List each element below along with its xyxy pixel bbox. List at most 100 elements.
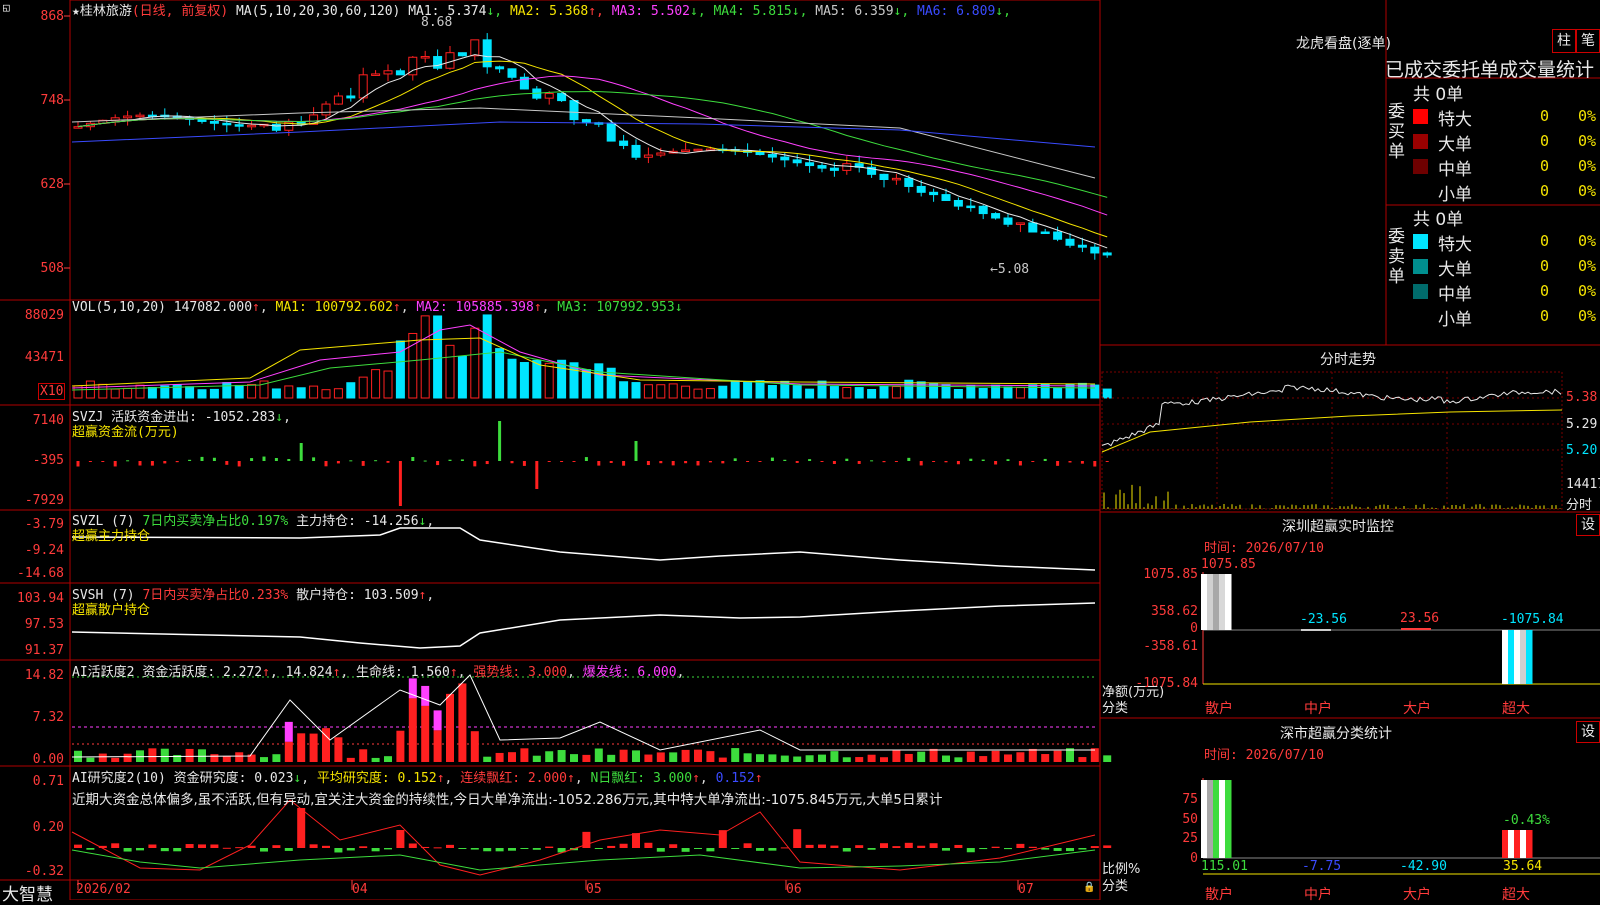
research-bar (86, 848, 95, 850)
fund-flow-bar (1080, 461, 1084, 464)
svzj-axis-tick: -7929 (24, 493, 64, 508)
research-bar (706, 848, 715, 852)
research-bar (694, 848, 702, 849)
scroll-lock-icon[interactable]: 🔒 (1083, 882, 1095, 893)
candle (495, 66, 505, 70)
order-percent: 0% (1578, 132, 1597, 150)
main-chart-canvas[interactable] (0, 0, 1600, 900)
classify-settings-button[interactable]: 设 (1576, 721, 1600, 743)
research-bar (942, 848, 950, 851)
activity-top (433, 710, 442, 731)
research-bar (309, 844, 318, 848)
research-bar (483, 848, 492, 852)
activity-bar (694, 749, 702, 762)
volume-bar (507, 358, 517, 399)
monitor-title: 深圳超赢实时监控 (1282, 519, 1394, 535)
activity-bar (235, 752, 244, 762)
candle (346, 95, 356, 99)
bar-view-button[interactable]: 柱 (1552, 29, 1576, 53)
research-bar (917, 845, 926, 848)
tick-view-button[interactable]: 笔 (1576, 29, 1600, 53)
legend-swatch (1413, 284, 1428, 299)
volume-bar (966, 384, 976, 399)
category-label: 中户 (1304, 887, 1332, 903)
candle (569, 100, 579, 121)
monitor-x-label: 分类 (1102, 701, 1129, 716)
candle (929, 191, 939, 196)
order-count: 0 (1540, 182, 1550, 200)
classify-value: 35.64 (1503, 859, 1543, 874)
activity-bar (346, 757, 355, 762)
monitor-bar-super (1502, 630, 1509, 684)
research-bar (160, 848, 169, 852)
activity-bar (656, 752, 665, 762)
date-tick: 07 (1018, 882, 1034, 897)
candle (247, 124, 257, 128)
fund-flow-bar (287, 458, 291, 461)
candle (1053, 231, 1063, 240)
activity-bar (334, 737, 343, 762)
activity-bar (1016, 752, 1025, 762)
high-price-mark: 8.68 (421, 15, 453, 30)
activity-bar (830, 751, 839, 762)
order-size-label: 中单 (1438, 285, 1472, 305)
volume-bar (1090, 384, 1100, 399)
volume-bar (420, 315, 430, 399)
activity-bar (966, 751, 975, 762)
order-percent: 0% (1578, 107, 1597, 125)
activity-bar (942, 755, 950, 762)
order-count: 0 (1540, 132, 1550, 150)
classify-bar-retail (1225, 780, 1232, 858)
activity-bar (284, 741, 293, 762)
volume-bar (209, 388, 219, 399)
fund-flow-bar (498, 421, 502, 461)
fund-flow-bar (88, 461, 92, 462)
intraday-title: 分时走势 (1320, 352, 1376, 368)
favorite-star-icon[interactable]: ★ (72, 4, 80, 19)
candle (829, 167, 839, 171)
activity-bar (272, 754, 281, 762)
candle (581, 119, 591, 124)
vol-unit-badge[interactable]: X10 (38, 383, 66, 400)
volume-bar (978, 387, 988, 399)
fund-flow-bar (349, 460, 353, 462)
candle (457, 52, 467, 57)
category-label: 超大 (1502, 701, 1530, 717)
order-count: 0 (1540, 257, 1550, 275)
fund-flow-bar (510, 461, 514, 464)
volume-bar (1003, 386, 1013, 399)
monitor-settings-button[interactable]: 设 (1576, 514, 1600, 536)
chart-mode[interactable]: (日线, 前复权) (132, 4, 228, 19)
legend-swatch (1413, 309, 1428, 324)
stock-name[interactable]: 桂林旅游 (80, 4, 132, 19)
fund-flow-bar (250, 458, 254, 461)
category-label: 散户 (1205, 887, 1233, 903)
classify-bar-super (1508, 830, 1515, 858)
activity-bar (780, 755, 789, 762)
volume-bar (1015, 387, 1025, 399)
volume-bar (395, 340, 405, 399)
research-bar (334, 848, 343, 853)
activity-bar (74, 750, 82, 762)
activity-bar (458, 683, 467, 762)
research-bar (991, 846, 1000, 848)
volume-bar (284, 385, 294, 399)
classify-axis-tick: 0 (1190, 851, 1198, 866)
activity-bar (210, 754, 219, 762)
category-label: 大户 (1403, 701, 1431, 717)
monitor-value: -23.56 (1300, 612, 1347, 627)
ma-value-4: MA4: 5.815 (713, 4, 792, 19)
order-percent: 0% (1578, 182, 1597, 200)
fund-flow-bar (584, 457, 588, 461)
fund-flow-bar (460, 459, 464, 461)
svsh-subtitle: 超赢散户持仓 (72, 603, 151, 618)
volume-bar (916, 381, 926, 399)
order-count: 0 (1540, 282, 1550, 300)
fund-flow-bar (758, 461, 762, 462)
candle (681, 149, 691, 153)
classify-top-value: -0.43% (1503, 813, 1550, 828)
candle (1028, 222, 1038, 233)
fund-flow-bar (436, 461, 440, 466)
volume-bar (1053, 387, 1063, 399)
ma-value-2: MA2: 5.368 (509, 4, 589, 19)
